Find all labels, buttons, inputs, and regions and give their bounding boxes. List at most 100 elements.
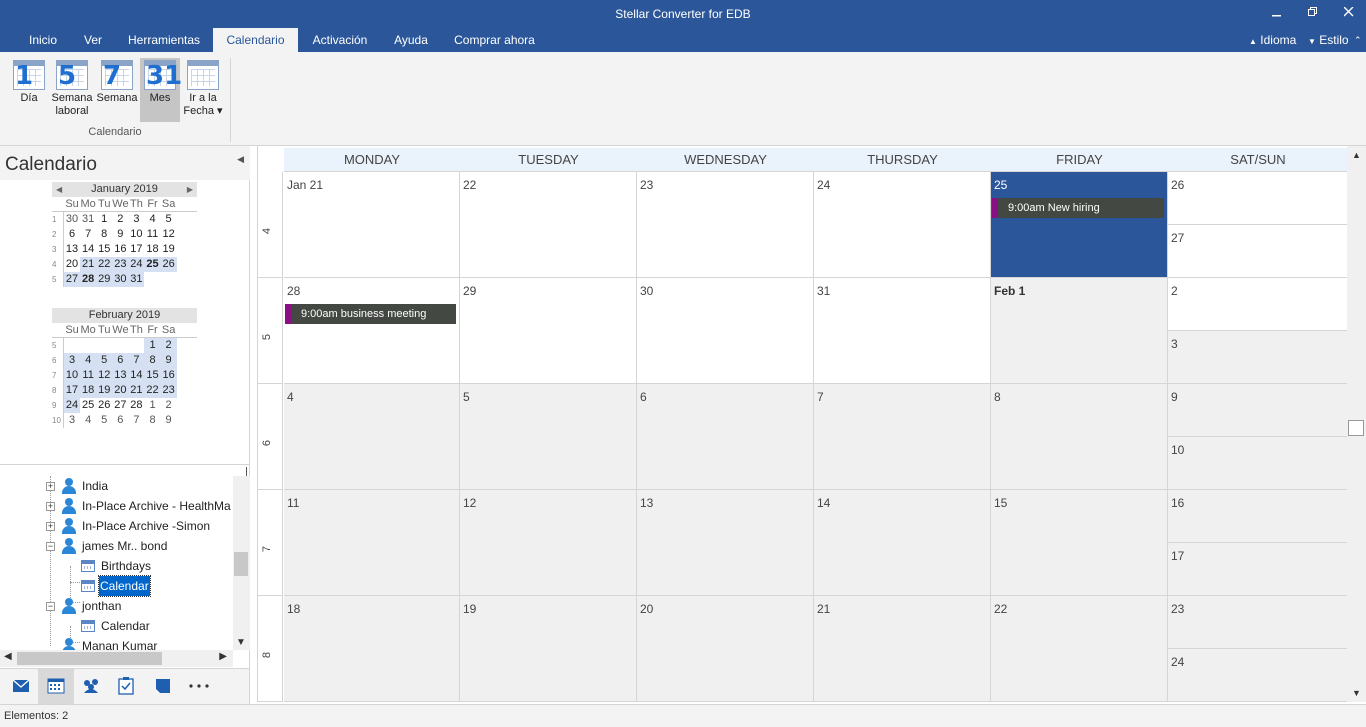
collapse-left-icon[interactable]: ◀ — [237, 154, 244, 165]
day-cell-saturday[interactable]: 26 — [1168, 172, 1348, 225]
day-cell-sunday[interactable]: 17 — [1168, 543, 1348, 596]
mini-calendar-day[interactable]: 12 — [96, 368, 113, 383]
day-cell-sunday[interactable]: 3 — [1168, 331, 1348, 384]
scroll-thumb[interactable] — [1348, 420, 1364, 436]
day-cell[interactable]: 29 — [460, 278, 637, 384]
day-cell-saturday[interactable]: 16 — [1168, 490, 1348, 543]
day-cell[interactable]: 28 — [284, 278, 460, 384]
mini-calendar-day[interactable]: 10 — [128, 227, 144, 242]
mini-calendar-day[interactable]: 14 — [128, 368, 145, 383]
calendar-button[interactable] — [38, 669, 74, 704]
mini-calendar-day[interactable]: 14 — [80, 242, 96, 257]
tree-item-folder-selected[interactable]: Calendar — [0, 575, 233, 597]
calendar-vertical-scrollbar[interactable]: ▲ ▼ — [1347, 146, 1366, 702]
scroll-right-icon[interactable]: ▶ — [219, 651, 227, 662]
week-view-button[interactable]: 7 Semana — [96, 58, 138, 122]
mail-button[interactable] — [2, 669, 38, 704]
mini-calendar-day[interactable]: 8 — [144, 353, 161, 368]
prev-month-icon[interactable]: ◀ — [56, 182, 62, 197]
mini-calendar-day[interactable]: 13 — [64, 242, 80, 257]
idioma-menu[interactable]: ▲ Idioma — [1249, 28, 1296, 52]
mini-calendar-day[interactable]: 5 — [96, 353, 113, 368]
scroll-down-icon[interactable]: ▼ — [1352, 688, 1361, 698]
day-cell[interactable]: 6 — [637, 384, 814, 490]
tab-ayuda[interactable]: Ayuda — [386, 28, 436, 52]
tab-herramientas[interactable]: Herramientas — [121, 28, 207, 52]
mini-calendar-day[interactable]: 23 — [160, 383, 177, 398]
tab-inicio[interactable]: Inicio — [19, 28, 67, 52]
tree-item-folder[interactable]: Birthdays — [0, 556, 233, 576]
tree-horizontal-scrollbar[interactable]: ◀ ▶ — [0, 650, 233, 667]
mini-calendar-day[interactable]: 30 — [64, 212, 80, 227]
mini-calendar-day[interactable]: 9 — [160, 353, 177, 368]
day-cell[interactable]: 11 — [284, 490, 460, 596]
mini-calendar-day[interactable]: 1 — [96, 212, 112, 227]
mini-calendar-day[interactable]: 19 — [96, 383, 113, 398]
contacts-button[interactable] — [73, 669, 109, 704]
mini-calendar-day[interactable]: 27 — [64, 272, 81, 287]
scroll-down-icon[interactable]: ▼ — [236, 637, 246, 648]
mini-calendar-day[interactable]: 5 — [96, 413, 112, 428]
day-cell[interactable]: 21 — [814, 596, 991, 702]
go-to-date-button[interactable]: Ir a la Fecha ▾ — [182, 58, 224, 122]
tree-item-user[interactable]: + In-Place Archive - HealthMa — [0, 496, 233, 516]
day-cell-saturday[interactable]: 23 — [1168, 596, 1348, 649]
mini-calendar-day[interactable]: 10 — [64, 368, 81, 383]
mini-calendar-day[interactable]: 11 — [80, 368, 97, 383]
day-cell[interactable]: 18 — [284, 596, 460, 702]
mini-calendar-day[interactable]: 1 — [144, 398, 160, 413]
mini-calendar-day[interactable]: 16 — [160, 368, 177, 383]
mini-calendar-day[interactable]: 4 — [80, 353, 97, 368]
day-cell[interactable]: 22 — [991, 596, 1168, 702]
mini-calendar-day[interactable]: 3 — [128, 212, 144, 227]
collapse-ribbon-icon[interactable]: ⌃ — [1354, 28, 1362, 52]
mini-calendar-day[interactable]: 3 — [64, 353, 81, 368]
day-cell-sunday[interactable]: 27 — [1168, 225, 1348, 278]
day-cell[interactable]: 14 — [814, 490, 991, 596]
day-cell[interactable]: 4 — [284, 384, 460, 490]
mini-calendar-day[interactable]: 7 — [80, 227, 96, 242]
day-cell[interactable]: Feb 1 — [991, 278, 1168, 384]
tree-item-user[interactable]: − james Mr.. bond — [0, 536, 233, 556]
mini-calendar-day[interactable]: 23 — [112, 257, 129, 272]
day-cell-saturday[interactable]: 9 — [1168, 384, 1348, 437]
tree-item-user[interactable]: + India — [0, 476, 233, 496]
mini-calendar-day[interactable]: 19 — [161, 242, 177, 257]
mini-calendar-day[interactable]: 16 — [112, 242, 128, 257]
mini-calendar-day[interactable]: 8 — [144, 413, 160, 428]
day-cell-sunday[interactable]: 10 — [1168, 437, 1348, 490]
day-cell[interactable]: 5 — [460, 384, 637, 490]
mini-calendar-day[interactable]: 6 — [112, 413, 128, 428]
mini-calendar-day[interactable]: 20 — [112, 383, 129, 398]
mini-calendar-day[interactable]: 25 — [144, 257, 161, 272]
tab-comprar-ahora[interactable]: Comprar ahora — [447, 28, 542, 52]
mini-calendar-day[interactable]: 7 — [128, 353, 145, 368]
tab-activacion[interactable]: Activación — [305, 28, 375, 52]
mini-calendar-day[interactable]: 6 — [64, 227, 80, 242]
mini-calendar-day[interactable]: 6 — [112, 353, 129, 368]
mini-calendar-day[interactable]: 22 — [96, 257, 113, 272]
tree-item-user[interactable]: Manan Kumar — [0, 636, 233, 650]
mini-calendar-day[interactable]: 17 — [128, 242, 144, 257]
tab-calendario[interactable]: Calendario — [213, 28, 298, 52]
mini-calendar-day[interactable]: 4 — [144, 212, 160, 227]
day-cell[interactable]: Jan 21 — [284, 172, 460, 278]
mini-calendar-day[interactable]: 22 — [144, 383, 161, 398]
day-view-button[interactable]: 1 Día — [10, 58, 48, 122]
work-week-button[interactable]: 5 Semana laboral — [50, 58, 94, 122]
more-modules-button[interactable] — [181, 669, 217, 704]
day-cell[interactable]: 12 — [460, 490, 637, 596]
mini-calendar-day[interactable]: 18 — [144, 242, 160, 257]
scroll-left-icon[interactable]: ◀ — [4, 651, 12, 662]
mini-calendar-day[interactable]: 26 — [96, 398, 112, 413]
tree-item-user[interactable]: − jonthan — [0, 596, 233, 616]
scroll-thumb[interactable] — [234, 552, 248, 576]
mini-calendar-day[interactable]: 5 — [161, 212, 177, 227]
day-cell[interactable]: 22 — [460, 172, 637, 278]
mini-calendar-day[interactable]: 31 — [128, 272, 145, 287]
mini-calendar-day[interactable]: 1 — [144, 338, 161, 353]
mini-calendar-day[interactable]: 24 — [128, 257, 145, 272]
mini-calendar-day[interactable]: 21 — [80, 257, 97, 272]
mini-calendar-day[interactable]: 26 — [160, 257, 177, 272]
month-view-button[interactable]: 31 Mes — [140, 58, 182, 122]
